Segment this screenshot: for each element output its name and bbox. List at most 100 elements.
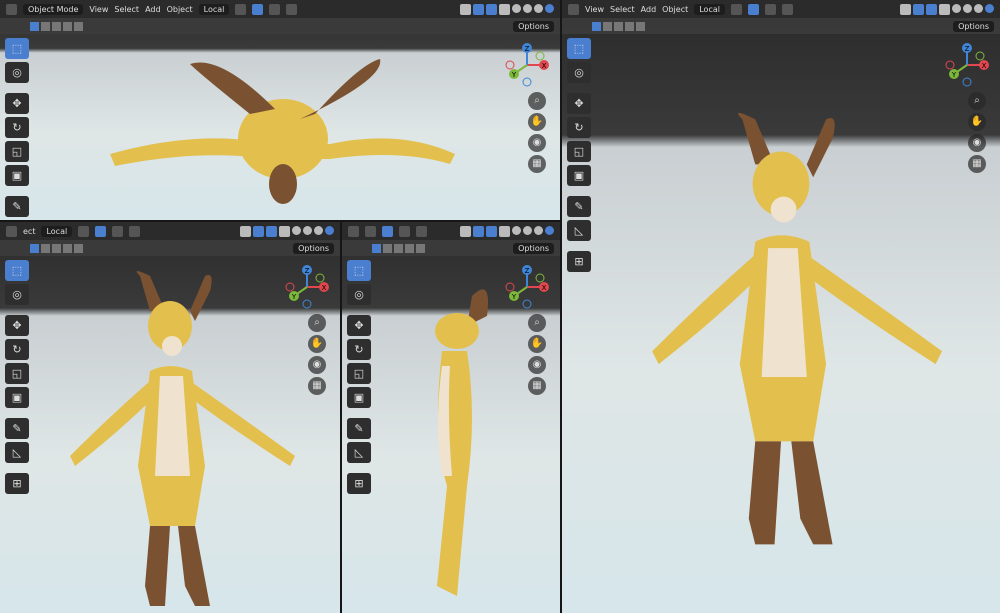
overlay-icon[interactable] (486, 3, 497, 15)
select-intersect-icon[interactable] (636, 21, 645, 31)
gizmo-icon[interactable] (253, 225, 264, 237)
gizmo-icon[interactable] (473, 3, 484, 15)
menu-object[interactable]: Object (167, 5, 193, 14)
visibility-icon[interactable] (900, 3, 911, 15)
annotate-icon[interactable]: ✎ (5, 418, 29, 439)
proportional-edit-icon[interactable] (781, 3, 793, 15)
select-invert-icon[interactable] (63, 243, 72, 253)
navigation-gizmo[interactable]: X Z Y (502, 262, 552, 312)
menu-add[interactable]: Add (145, 5, 161, 14)
solid-shading-icon[interactable] (523, 225, 532, 235)
camera-view-icon[interactable]: ◉ (968, 134, 986, 152)
select-intersect-icon[interactable] (416, 243, 425, 253)
snap-icon[interactable] (747, 3, 759, 15)
xray-icon[interactable] (499, 225, 510, 237)
mode-dropdown[interactable]: Object Mode (23, 3, 84, 15)
select-invert-icon[interactable] (63, 21, 72, 31)
annotate-icon[interactable]: ✎ (347, 418, 371, 439)
zoom-icon[interactable]: ⌕ (968, 92, 986, 110)
zoom-icon[interactable]: ⌕ (528, 92, 546, 110)
snap-icon[interactable] (95, 225, 107, 237)
xray-icon[interactable] (499, 3, 510, 15)
xray-icon[interactable] (939, 3, 950, 15)
rendered-shading-icon[interactable] (545, 3, 554, 13)
select-extend-icon[interactable] (383, 243, 392, 253)
options-dropdown[interactable]: Options (953, 20, 994, 32)
transform-orientation-dropdown[interactable]: Local (198, 3, 230, 15)
wireframe-shading-icon[interactable] (512, 225, 521, 235)
navigation-gizmo[interactable]: X Z Y (502, 40, 552, 90)
overlay-icon[interactable] (486, 225, 497, 237)
pan-hand-icon[interactable]: ✋ (528, 335, 546, 353)
visibility-icon[interactable] (460, 3, 471, 15)
options-dropdown[interactable]: Options (513, 20, 554, 32)
options-dropdown[interactable]: Options (293, 242, 334, 254)
editor-type-icon[interactable] (348, 225, 359, 237)
snap-target-icon[interactable] (764, 3, 776, 15)
move-icon[interactable]: ✥ (347, 315, 371, 336)
rendered-shading-icon[interactable] (545, 225, 554, 235)
select-new-icon[interactable] (30, 21, 39, 31)
cursor-icon[interactable]: ◎ (347, 284, 371, 305)
snap-icon[interactable] (252, 3, 264, 15)
snap-icon[interactable] (382, 225, 393, 237)
pivot-icon[interactable] (730, 3, 742, 15)
select-subtract-icon[interactable] (614, 21, 623, 31)
cursor-icon[interactable]: ◎ (567, 62, 591, 83)
menu-select[interactable]: Select (114, 5, 139, 14)
proportional-edit-icon[interactable] (416, 225, 427, 237)
snap-target-icon[interactable] (269, 3, 281, 15)
measure-icon[interactable]: ◺ (567, 220, 591, 241)
material-shading-icon[interactable] (534, 3, 543, 13)
editor-type-icon[interactable] (6, 225, 17, 237)
select-new-icon[interactable] (372, 243, 381, 253)
select-box-icon[interactable]: ⬚ (5, 260, 29, 281)
ortho-grid-icon[interactable]: ▦ (308, 377, 326, 395)
zoom-icon[interactable]: ⌕ (308, 314, 326, 332)
zoom-icon[interactable]: ⌕ (528, 314, 546, 332)
wireframe-shading-icon[interactable] (292, 225, 301, 235)
editor-type-icon[interactable] (6, 3, 17, 15)
overlay-icon[interactable] (926, 3, 937, 15)
transform-icon[interactable]: ▣ (5, 387, 29, 408)
add-cube-icon[interactable]: ⊞ (347, 473, 371, 494)
menu-object[interactable]: Object (662, 5, 688, 14)
select-intersect-icon[interactable] (74, 243, 83, 253)
solid-shading-icon[interactable] (963, 3, 972, 13)
select-extend-icon[interactable] (41, 21, 50, 31)
navigation-gizmo[interactable]: X Z Y (942, 40, 992, 90)
viewport-front[interactable]: ect Local Options ⬚ ◎ ✥ ↻ ◱ ▣ ✎ ◺ ⊞ X Z Y ⌕ ✋ ◉ ▦ (0, 222, 340, 613)
options-dropdown[interactable]: Options (513, 242, 554, 254)
pan-hand-icon[interactable]: ✋ (308, 335, 326, 353)
snap-target-icon[interactable] (399, 225, 410, 237)
scale-icon[interactable]: ◱ (5, 363, 29, 384)
viewport-perspective[interactable]: View Select Add Object Local Options ⬚ ◎ ✥ ↻ ◱ ▣ ✎ ◺ ⊞… (562, 0, 1000, 613)
camera-view-icon[interactable]: ◉ (308, 356, 326, 374)
solid-shading-icon[interactable] (523, 3, 532, 13)
visibility-icon[interactable] (240, 225, 251, 237)
menu-add[interactable]: Add (641, 5, 657, 14)
pivot-icon[interactable] (365, 225, 376, 237)
ortho-grid-icon[interactable]: ▦ (528, 155, 546, 173)
select-invert-icon[interactable] (405, 243, 414, 253)
select-subtract-icon[interactable] (394, 243, 403, 253)
rendered-shading-icon[interactable] (325, 225, 334, 235)
pan-hand-icon[interactable]: ✋ (968, 113, 986, 131)
material-shading-icon[interactable] (974, 3, 983, 13)
cursor-icon[interactable]: ◎ (5, 284, 29, 305)
select-box-icon[interactable]: ⬚ (567, 38, 591, 59)
solid-shading-icon[interactable] (303, 225, 312, 235)
measure-icon[interactable]: ◺ (347, 442, 371, 463)
annotate-icon[interactable]: ✎ (5, 196, 29, 217)
material-shading-icon[interactable] (534, 225, 543, 235)
menu-select[interactable]: Select (610, 5, 635, 14)
select-subtract-icon[interactable] (52, 21, 61, 31)
transform-icon[interactable]: ▣ (567, 165, 591, 186)
transform-icon[interactable]: ▣ (5, 165, 29, 186)
scale-icon[interactable]: ◱ (567, 141, 591, 162)
menu-view[interactable]: View (585, 5, 604, 14)
menu-ect[interactable]: ect (23, 227, 35, 236)
transform-icon[interactable]: ▣ (347, 387, 371, 408)
select-subtract-icon[interactable] (52, 243, 61, 253)
menu-view[interactable]: View (89, 5, 108, 14)
